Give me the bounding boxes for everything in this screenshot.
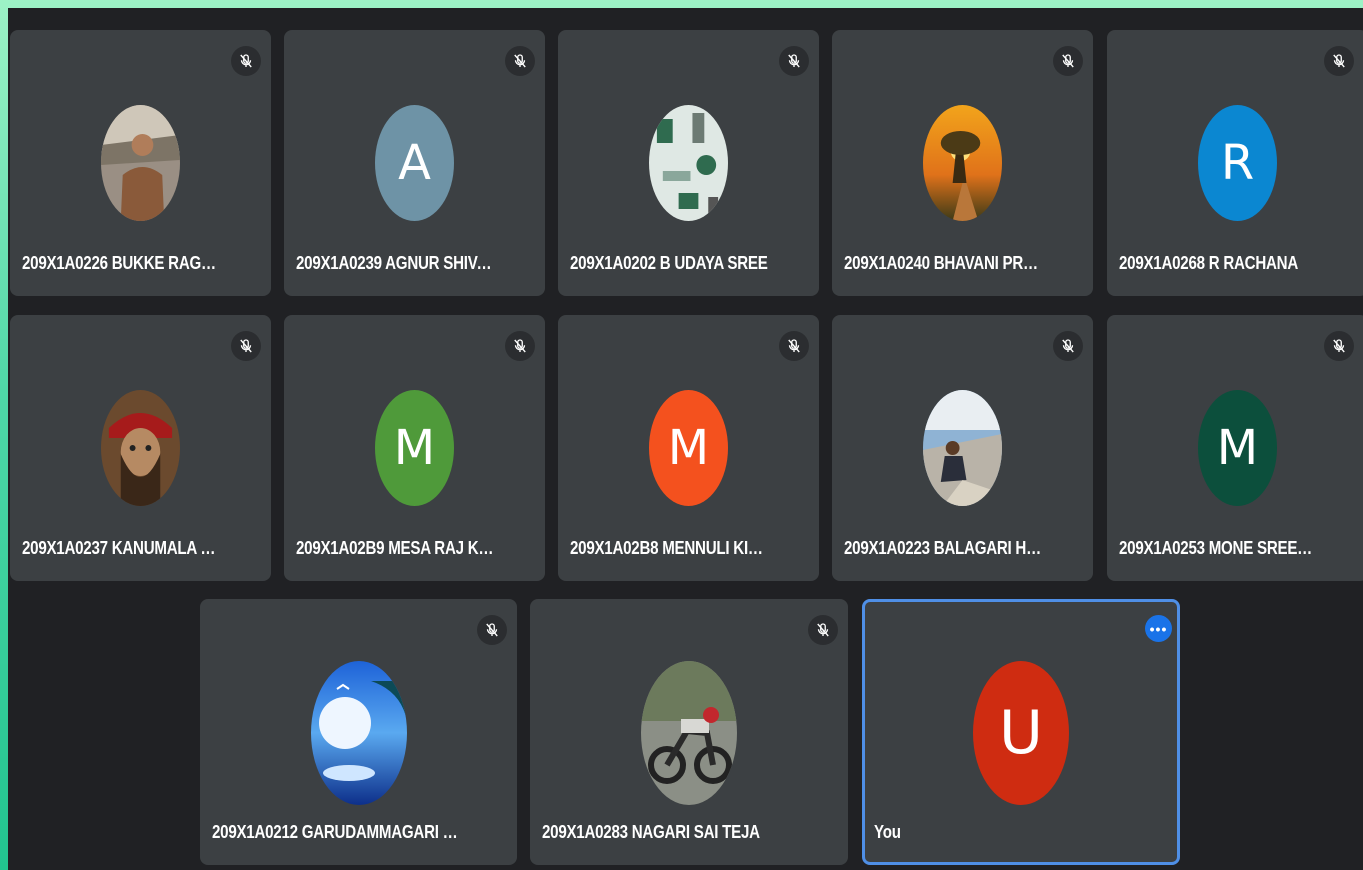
avatar: [311, 661, 407, 805]
participant-name: 209X1A0239 AGNUR SHIVANI: [296, 253, 497, 273]
avatar: M: [375, 390, 454, 506]
more-options-button[interactable]: •••: [1145, 615, 1172, 642]
participant-name: You: [874, 822, 901, 842]
participant-name: 209X1A0268 R RACHANA: [1119, 253, 1298, 273]
mic-off-icon: [1324, 46, 1354, 76]
participant-tile[interactable]: M 209X1A02B8 MENNULI KIRAN: [558, 315, 819, 581]
mic-off-icon: [505, 331, 535, 361]
mic-off-icon: [1324, 331, 1354, 361]
mic-off-icon: [231, 46, 261, 76]
participant-tile[interactable]: 209X1A0237 KANUMALA VENKA...: [10, 315, 271, 581]
mic-off-icon: [505, 46, 535, 76]
participant-name: 209X1A0202 B UDAYA SREE: [570, 253, 768, 273]
participant-tile[interactable]: M 209X1A02B9 MESA RAJ KUMAR: [284, 315, 545, 581]
mic-off-icon: [231, 331, 261, 361]
participant-tile[interactable]: R 209X1A0268 R RACHANA: [1107, 30, 1363, 296]
participant-name: 209X1A0237 KANUMALA VENKA...: [22, 538, 223, 558]
participant-tile[interactable]: A 209X1A0239 AGNUR SHIVANI: [284, 30, 545, 296]
participant-name: 209X1A0212 GARUDAMMAGARI NANDINI: [212, 822, 460, 842]
avatar: [101, 390, 180, 506]
participant-name: 209X1A0226 BUKKE RAGHAVEN...: [22, 253, 223, 273]
avatar-letter: A: [398, 135, 431, 191]
participant-tile[interactable]: 209X1A0283 NAGARI SAI TEJA: [530, 599, 848, 865]
mic-off-icon: [779, 46, 809, 76]
avatar: [923, 390, 1002, 506]
avatar: M: [649, 390, 728, 506]
avatar: [649, 105, 728, 221]
meeting-grid: 209X1A0226 BUKKE RAGHAVEN... A 209X1A023…: [8, 8, 1363, 870]
avatar: M: [1198, 390, 1277, 506]
mic-off-icon: [1053, 46, 1083, 76]
avatar: [923, 105, 1002, 221]
self-tile[interactable]: U You •••: [862, 599, 1180, 865]
participant-name: 209X1A02B8 MENNULI KIRAN: [570, 538, 771, 558]
participant-tile[interactable]: 209X1A0226 BUKKE RAGHAVEN...: [10, 30, 271, 296]
participant-name: 209X1A02B9 MESA RAJ KUMAR: [296, 538, 497, 558]
participant-tile[interactable]: 209X1A0212 GARUDAMMAGARI NANDINI: [200, 599, 517, 865]
participant-name: 209X1A0223 BALAGARI HEMANT...: [844, 538, 1045, 558]
avatar-letter: M: [393, 420, 436, 476]
avatar: [641, 661, 737, 805]
participant-tile[interactable]: 209X1A0240 BHAVANI PRASAD A...: [832, 30, 1093, 296]
mic-off-icon: [1053, 331, 1083, 361]
participant-name: 209X1A0240 BHAVANI PRASAD A...: [844, 253, 1045, 273]
avatar-letter: M: [667, 420, 710, 476]
mic-off-icon: [779, 331, 809, 361]
avatar: U: [973, 661, 1069, 805]
avatar-letter: U: [999, 698, 1043, 768]
avatar: R: [1198, 105, 1277, 221]
avatar: [101, 105, 180, 221]
participant-name: 209X1A0253 MONE SREELEKHA: [1119, 538, 1320, 558]
avatar-letter: M: [1216, 420, 1259, 476]
participant-tile[interactable]: 209X1A0202 B UDAYA SREE: [558, 30, 819, 296]
mic-off-icon: [477, 615, 507, 645]
avatar: A: [375, 105, 454, 221]
participant-tile[interactable]: 209X1A0223 BALAGARI HEMANT...: [832, 315, 1093, 581]
participant-tile[interactable]: M 209X1A0253 MONE SREELEKHA: [1107, 315, 1363, 581]
avatar-letter: R: [1220, 135, 1255, 191]
mic-off-icon: [808, 615, 838, 645]
participant-name: 209X1A0283 NAGARI SAI TEJA: [542, 822, 760, 842]
